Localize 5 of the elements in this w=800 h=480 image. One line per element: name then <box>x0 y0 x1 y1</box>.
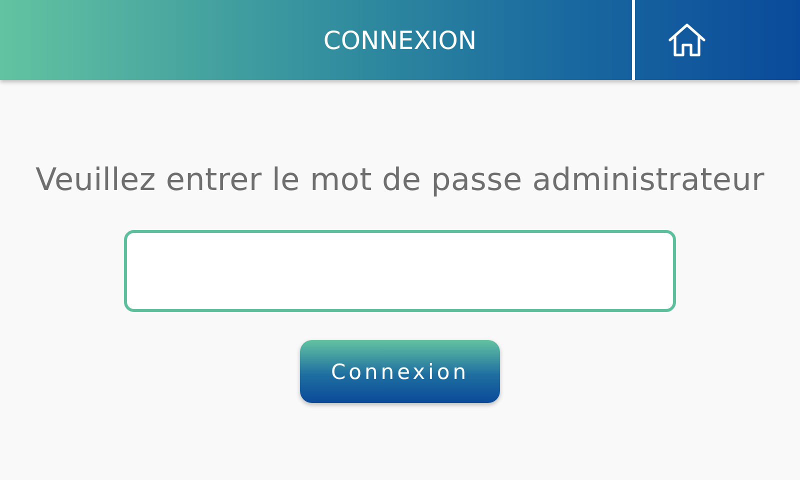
login-button[interactable]: Connexion <box>300 340 500 403</box>
home-icon <box>667 22 707 58</box>
header-title: CONNEXION <box>323 26 477 54</box>
password-field[interactable] <box>124 230 676 312</box>
password-prompt: Veuillez entrer le mot de passe administrateur <box>36 162 764 198</box>
